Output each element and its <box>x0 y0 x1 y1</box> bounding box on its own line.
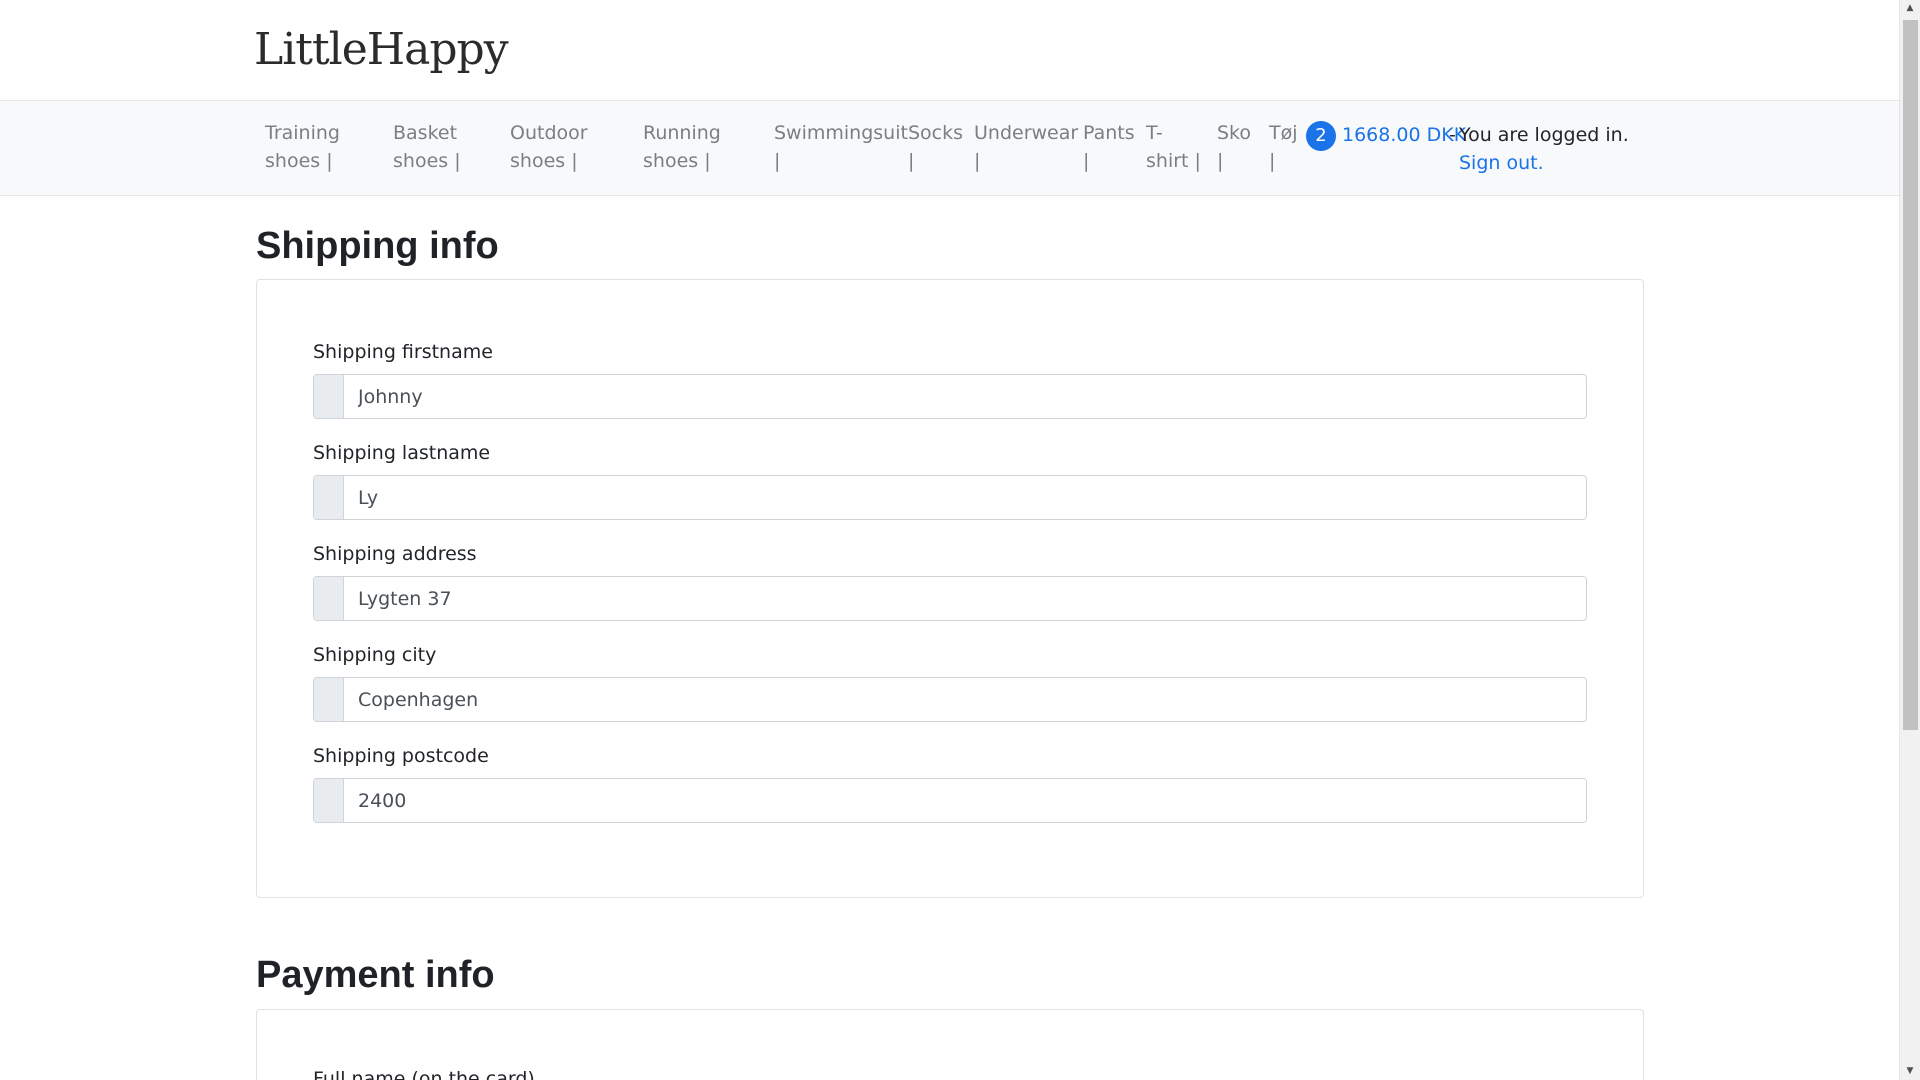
input-prefix-addon <box>314 678 344 721</box>
triangle-down-icon[interactable]: ▼ <box>1900 1063 1920 1080</box>
nav-item-label: Swimmingsuit <box>774 122 908 144</box>
input-prefix-addon <box>314 375 344 418</box>
nav-item-label: | <box>908 150 915 172</box>
shipping-firstname-label: Shipping firstname <box>313 341 493 363</box>
input-prefix-addon <box>314 779 344 822</box>
nav-item-pants[interactable]: Pants | <box>1083 119 1135 175</box>
nav-item-socks[interactable]: Socks | <box>908 119 963 175</box>
cart-count-badge[interactable]: 2 <box>1306 121 1336 151</box>
shipping-lastname-field <box>313 475 1587 520</box>
nav-item-label: shirt | <box>1146 150 1201 172</box>
nav-item-toj[interactable]: Tøj | <box>1269 119 1298 175</box>
nav-item-label: Basket <box>393 122 458 144</box>
shipping-postcode-field <box>313 778 1587 823</box>
nav-item-label: shoes | <box>510 150 578 172</box>
nav-item-label: | <box>1217 150 1224 172</box>
scrollbar-thumb[interactable] <box>1903 20 1918 730</box>
nav-item-label: Pants <box>1083 122 1135 144</box>
separator-dash: - <box>1449 124 1456 146</box>
nav-item-outdoor-shoes[interactable]: Outdoor shoes | <box>510 119 588 175</box>
page: LittleHappy Training shoes | Basket shoe… <box>0 0 1899 1080</box>
shipping-lastname-input[interactable] <box>344 476 1586 519</box>
shipping-lastname-label: Shipping lastname <box>313 442 491 464</box>
login-status-text: You are logged in. <box>1459 124 1629 146</box>
nav-item-label: Running <box>643 122 721 144</box>
nav-item-label: | <box>774 150 781 172</box>
nav-item-swimmingsuit[interactable]: Swimmingsuit | <box>774 119 908 175</box>
nav-item-running-shoes[interactable]: Running shoes | <box>643 119 721 175</box>
payment-fullname-label: Full name (on the card) <box>313 1068 535 1080</box>
nav-item-basket-shoes[interactable]: Basket shoes | <box>393 119 461 175</box>
brand-header: LittleHappy <box>0 0 1899 101</box>
shipping-address-field <box>313 576 1587 621</box>
nav-item-label: Underwear <box>974 122 1079 144</box>
shipping-postcode-label: Shipping postcode <box>313 745 489 767</box>
nav-item-sko[interactable]: Sko | <box>1217 119 1251 175</box>
shipping-city-input[interactable] <box>344 678 1586 721</box>
nav-item-label: shoes | <box>265 150 333 172</box>
nav-item-label: Socks <box>908 122 964 144</box>
nav-item-label: Sko <box>1217 122 1252 144</box>
shipping-info-title: Shipping info <box>256 225 499 267</box>
sign-out-link[interactable]: Sign out. <box>1459 149 1544 177</box>
shipping-address-label: Shipping address <box>313 543 477 565</box>
input-prefix-addon <box>314 476 344 519</box>
triangle-up-icon[interactable]: ▲ <box>1900 0 1920 17</box>
cart-total-link[interactable]: 1668.00 DKK <box>1342 121 1466 149</box>
payment-info-title: Payment info <box>256 954 495 996</box>
input-prefix-addon <box>314 577 344 620</box>
nav-item-label: shoes | <box>643 150 711 172</box>
nav-item-label: shoes | <box>393 150 461 172</box>
nav-item-label: | <box>1269 150 1276 172</box>
nav-item-training-shoes[interactable]: Training shoes | <box>265 119 340 175</box>
shipping-address-input[interactable] <box>344 577 1586 620</box>
nav-item-label: Outdoor <box>510 122 588 144</box>
shipping-city-label: Shipping city <box>313 644 437 666</box>
nav-item-label: | <box>1083 150 1090 172</box>
shipping-firstname-field <box>313 374 1587 419</box>
logo[interactable]: LittleHappy <box>254 22 509 78</box>
nav-item-label: | <box>974 150 981 172</box>
shipping-postcode-input[interactable] <box>344 779 1586 822</box>
nav-item-label: T- <box>1146 122 1163 144</box>
shipping-firstname-input[interactable] <box>344 375 1586 418</box>
nav-item-label: Training <box>265 122 340 144</box>
nav-item-t-shirt[interactable]: T- shirt | <box>1146 119 1201 175</box>
nav-item-underwear[interactable]: Underwear | <box>974 119 1078 175</box>
shipping-city-field <box>313 677 1587 722</box>
page-scrollbar[interactable]: ▲ ▼ <box>1899 0 1920 1080</box>
nav-item-label: Tøj <box>1269 122 1298 144</box>
